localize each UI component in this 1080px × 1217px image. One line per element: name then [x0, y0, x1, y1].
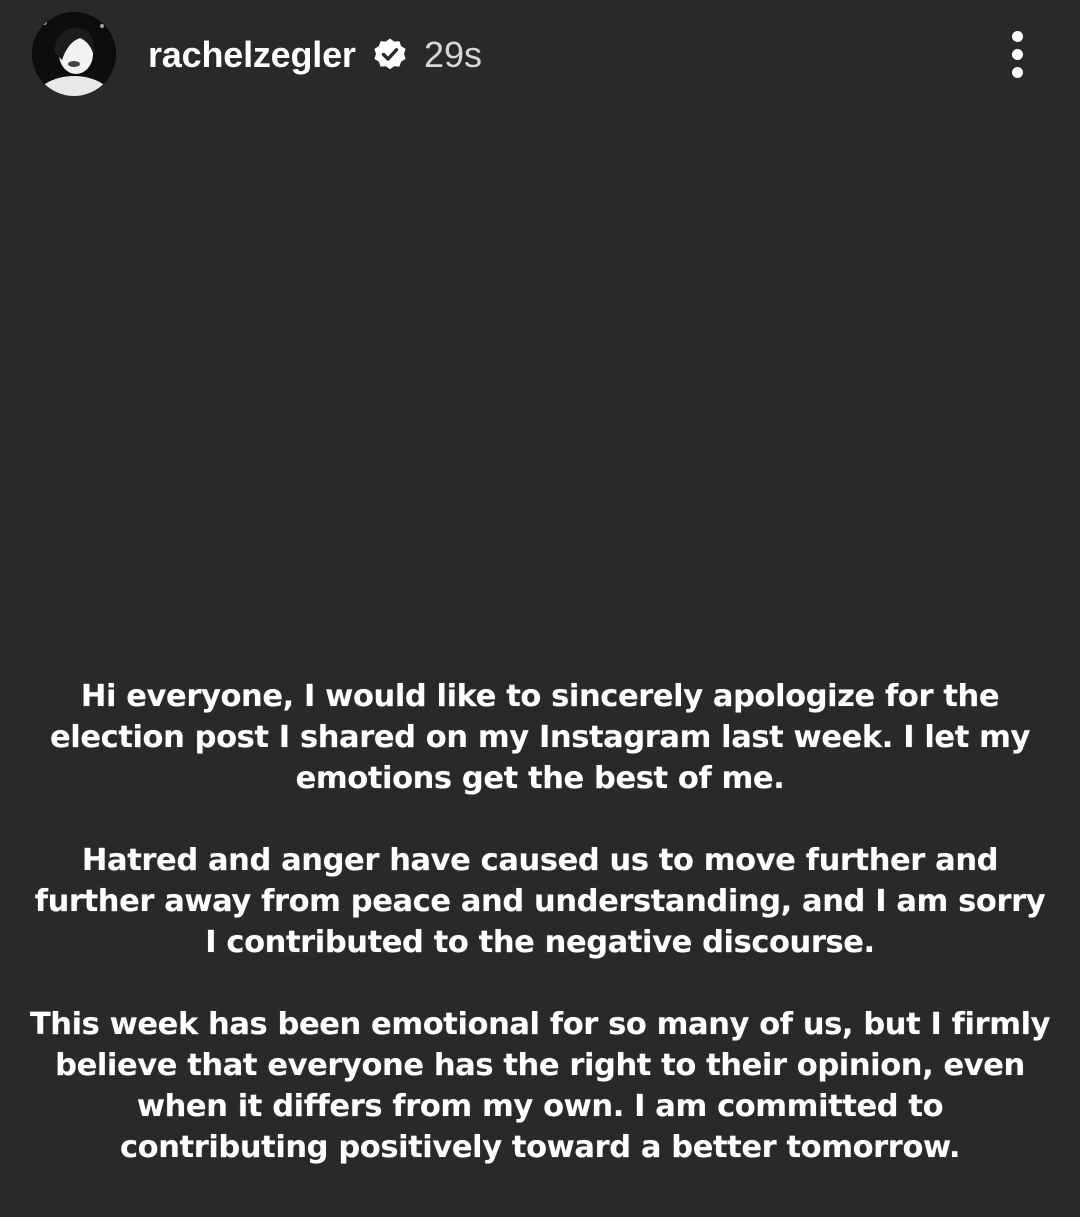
story-text: Hi everyone, I would like to sincerely a…	[20, 676, 1060, 1168]
message-line: believe that everyone has the right to t…	[55, 1048, 1025, 1083]
verified-badge-icon	[374, 38, 406, 70]
message-paragraph: Hatred and anger have caused us to move …	[20, 840, 1060, 963]
username[interactable]: rachelzegler	[148, 33, 356, 77]
message-line: Hi everyone, I would like to sincerely a…	[80, 679, 1000, 714]
message-line: I contributed to the negative discourse.	[205, 925, 875, 960]
avatar-image	[32, 12, 116, 96]
avatar[interactable]	[32, 12, 116, 96]
message-paragraph: Hi everyone, I would like to sincerely a…	[20, 676, 1060, 799]
message-line: emotions get the best of me.	[295, 761, 785, 796]
message-line: contributing positively toward a better …	[119, 1130, 961, 1165]
more-options-button[interactable]	[996, 24, 1040, 84]
message-line: This week has been emotional for so many…	[29, 1007, 1051, 1042]
story-header: rachelzegler 29s	[0, 0, 1080, 110]
message-line: election post I shared on my Instagram l…	[50, 720, 1030, 755]
message-paragraph: This week has been emotional for so many…	[20, 1004, 1060, 1168]
more-vertical-icon	[1012, 67, 1023, 78]
more-vertical-icon	[1012, 31, 1023, 42]
message-line: when it differs from my own. I am commit…	[136, 1089, 944, 1124]
story-timestamp: 29s	[424, 34, 483, 75]
message-line: Hatred and anger have caused us to move …	[81, 843, 999, 878]
more-vertical-icon	[1012, 49, 1023, 60]
story-viewer[interactable]: rachelzegler 29s Hi everyone, I would li…	[0, 0, 1080, 1217]
message-line: further away from peace and understandin…	[34, 884, 1046, 919]
